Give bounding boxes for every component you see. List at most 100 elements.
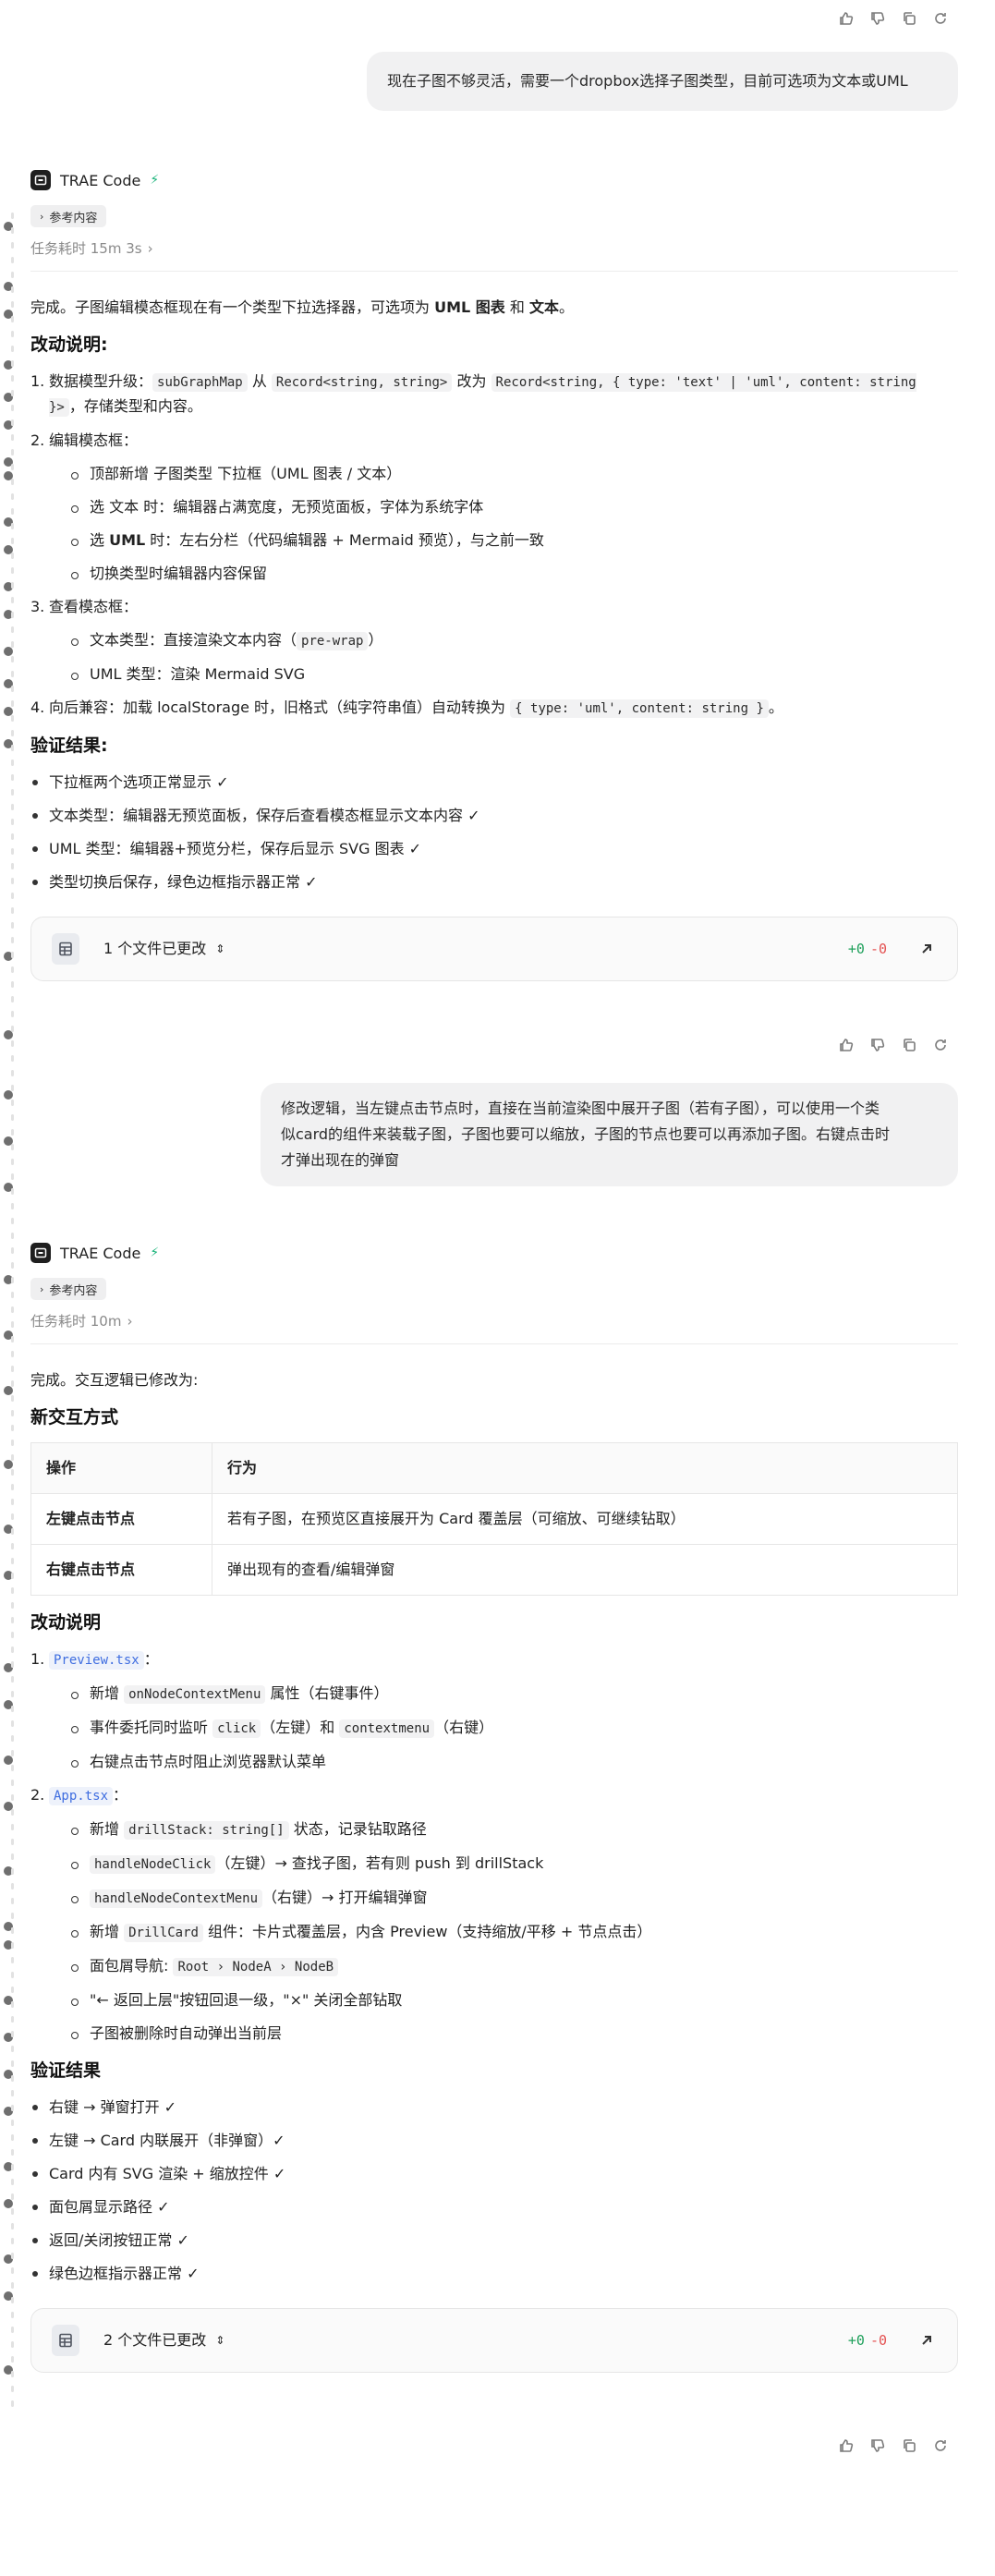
message-actions-top	[838, 10, 949, 27]
timeline-dash	[11, 2386, 14, 2392]
timeline-dash	[11, 1543, 14, 1549]
timeline-dash	[11, 2090, 14, 2096]
task-elapsed[interactable]: 任务耗时 10m ›	[30, 1311, 958, 1344]
timeline-dash	[11, 538, 14, 544]
list-item: UML 类型：编辑器+预览分栏，保存后显示 SVG 图表 ✓	[30, 837, 958, 861]
list-item: 子图被删除时自动弹出当前层	[71, 2022, 958, 2046]
timeline-dash	[11, 2282, 14, 2289]
list-item: 文本类型：编辑器无预览面板，保存后查看模态框显示文本内容 ✓	[30, 804, 958, 828]
thumbs-down-icon[interactable]	[869, 10, 886, 27]
timeline-dash	[11, 2031, 14, 2037]
timeline-dash	[11, 848, 14, 855]
list-item: 4. 向后兼容：加载 localStorage 时，旧格式（纯字符串值）自动转换为…	[30, 699, 783, 718]
file-link-app[interactable]: App.tsx	[49, 1787, 114, 1805]
timeline-dash	[11, 1218, 14, 1224]
timeline-dash	[11, 686, 14, 692]
timeline-dash	[11, 2223, 14, 2230]
thumbs-up-icon[interactable]	[838, 1037, 855, 1053]
refresh-icon[interactable]	[932, 1037, 949, 1053]
timeline-dash	[11, 641, 14, 648]
agent-response-body: 完成。子图编辑模态框现在有一个类型下拉选择器，可选项为 UML 图表 和 文本。…	[30, 296, 958, 981]
changes-heading: 改动说明:	[30, 334, 108, 355]
timeline-dot	[4, 1090, 13, 1100]
timeline-dash	[11, 893, 14, 899]
timeline-dot	[4, 1756, 13, 1765]
reference-chip[interactable]: › 参考内容	[30, 205, 107, 227]
open-external-icon[interactable]	[918, 2332, 935, 2349]
timeline-dash	[11, 1454, 14, 1461]
files-changed-card[interactable]: 2 个文件已更改 ⇕ +0 -0	[30, 2308, 958, 2373]
timeline-dash	[11, 863, 14, 869]
timeline-dash	[11, 1321, 14, 1328]
timeline-dash	[11, 1203, 14, 1209]
elapsed-text: 任务耗时 10m	[30, 1313, 122, 1330]
list-item: 返回/关闭按钮正常 ✓	[30, 2229, 958, 2253]
timeline-dash	[11, 2149, 14, 2156]
table-cell: 右键点击节点	[30, 1544, 212, 1596]
timeline-dash	[11, 759, 14, 766]
timeline-dash	[11, 1706, 14, 1712]
timeline-dash	[11, 2312, 14, 2318]
verify-heading: 验证结果	[30, 2060, 102, 2081]
list-item: 绿色边框指示器正常 ✓	[30, 2262, 958, 2286]
reference-chip[interactable]: › 参考内容	[30, 1278, 107, 1300]
timeline-dash	[11, 375, 14, 382]
timeline-rail	[0, 0, 17, 2576]
verify-list: 右键 → 弹窗打开 ✓ 左键 → Card 内联展开（非弹窗）✓ Card 内有…	[30, 2096, 958, 2286]
expand-toggle-icon[interactable]: ⇕	[215, 937, 224, 961]
timeline-dash	[11, 1883, 14, 1889]
copy-icon[interactable]	[901, 2437, 917, 2454]
timeline-dash	[11, 656, 14, 662]
timeline-dash	[11, 1233, 14, 1239]
timeline-dash	[11, 745, 14, 751]
file-link-preview[interactable]: Preview.tsx	[49, 1651, 144, 1670]
list-item: 类型切换后保存，绿色边框指示器正常 ✓	[30, 870, 958, 894]
agent-header: TRAE Code ⚡	[30, 1241, 958, 1265]
timeline-dash	[11, 1839, 14, 1845]
copy-icon[interactable]	[901, 10, 917, 27]
interaction-table: 操作 行为 左键点击节点 若有子图，在预览区直接展开为 Card 覆盖层（可缩放…	[30, 1442, 958, 1596]
timeline-dash	[11, 2327, 14, 2333]
timeline-dash	[11, 1720, 14, 1727]
user-message-line: 才弹出现在的弹窗	[281, 1151, 400, 1169]
timeline-dash	[11, 272, 14, 278]
timeline-dash	[11, 1691, 14, 1697]
timeline-dash	[11, 1129, 14, 1136]
thumbs-up-icon[interactable]	[838, 10, 855, 27]
timeline-dash	[11, 1573, 14, 1579]
timeline-dash	[11, 2297, 14, 2303]
table-header: 行为	[212, 1442, 958, 1494]
timeline-dash	[11, 996, 14, 1002]
timeline-dash	[11, 2193, 14, 2200]
list-item: 1. Preview.tsx： 新增 onNodeContextMenu 属性（右…	[30, 1647, 958, 1774]
file-table-icon	[52, 2325, 79, 2356]
timeline-dash	[11, 1040, 14, 1047]
thumbs-up-icon[interactable]	[838, 2437, 855, 2454]
timeline-dash	[11, 981, 14, 988]
timeline-dash	[11, 1824, 14, 1830]
chevron-right-icon: ›	[127, 1312, 133, 1330]
task-elapsed[interactable]: 任务耗时 15m 3s ›	[30, 238, 958, 272]
timeline-dash	[11, 671, 14, 677]
list-item: 2. 编辑模态框： 顶部新增 子图类型 下拉框（UML 图表 / 文本） 选 文本…	[30, 429, 958, 586]
copy-icon[interactable]	[901, 1037, 917, 1053]
user-message-2: 修改逻辑，当左键点击节点时，直接在当前渲染图中展开子图（若有子图），可以使用一个…	[261, 1083, 958, 1186]
refresh-icon[interactable]	[932, 2437, 949, 2454]
timeline-dash	[11, 1972, 14, 1978]
timeline-dash	[11, 286, 14, 293]
user-message-line: 修改逻辑，当左键点击节点时，直接在当前渲染图中展开子图（若有子图），可以使用一个…	[281, 1100, 880, 1117]
list-item: 切换类型时编辑器内容保留	[71, 562, 958, 586]
thumbs-down-icon[interactable]	[869, 2437, 886, 2454]
timeline-dash	[11, 2164, 14, 2170]
chevron-right-icon: ›	[40, 210, 44, 223]
open-external-icon[interactable]	[918, 941, 935, 957]
files-changed-card[interactable]: 1 个文件已更改 ⇕ +0 -0	[30, 917, 958, 981]
message-actions-2	[838, 1037, 949, 1053]
refresh-icon[interactable]	[932, 10, 949, 27]
timeline-dash	[11, 878, 14, 884]
expand-toggle-icon[interactable]: ⇕	[215, 2328, 224, 2352]
agent-header: TRAE Code ⚡	[30, 168, 958, 192]
thumbs-down-icon[interactable]	[869, 1037, 886, 1053]
table-cell: 若有子图，在预览区直接展开为 Card 覆盖层（可缩放、可继续钻取）	[212, 1493, 958, 1545]
timeline-dash	[11, 1055, 14, 1062]
